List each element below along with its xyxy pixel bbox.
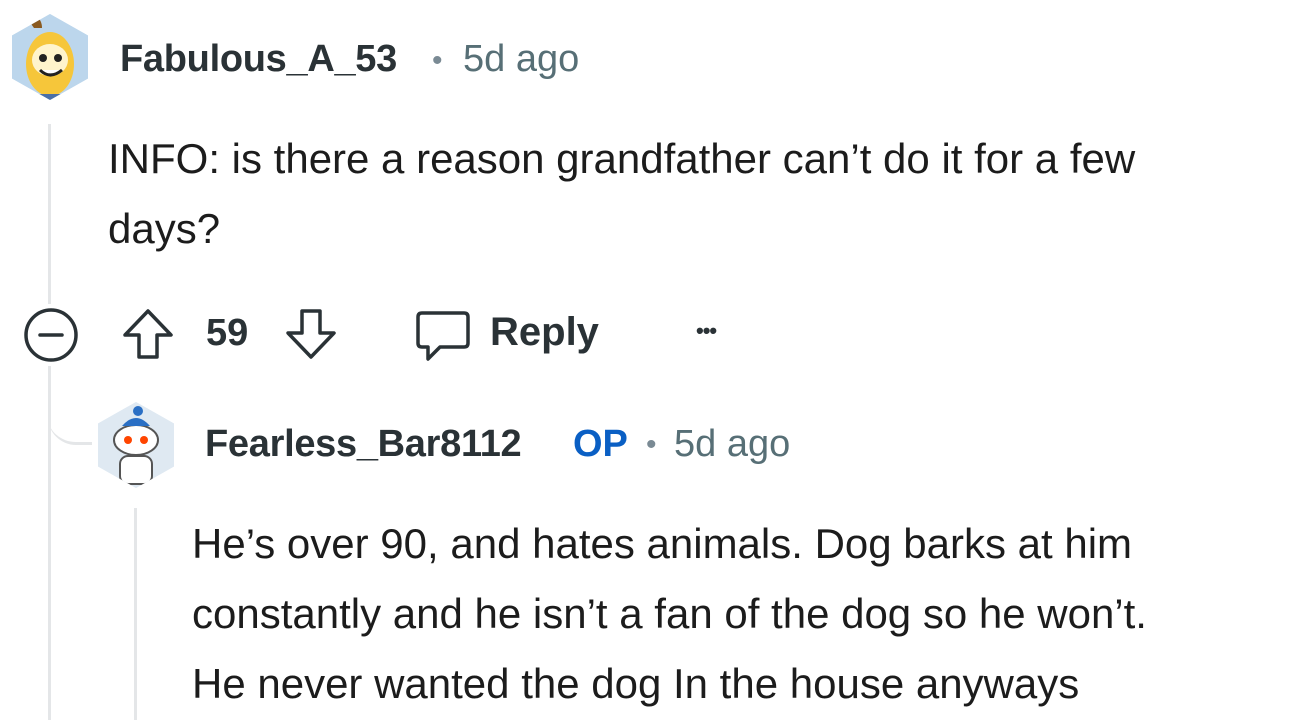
user-avatar[interactable]	[12, 14, 88, 100]
comment-body-line: days?	[108, 205, 221, 252]
meta-separator: •	[432, 44, 443, 77]
reply-thread-line[interactable]	[134, 508, 137, 720]
reply-button[interactable]: Reply	[412, 306, 612, 366]
reply-label: Reply	[490, 310, 599, 354]
comment-body-line: INFO: is there a reason grandfather can’…	[108, 135, 1136, 182]
comment-username[interactable]: Fabulous_A_53	[120, 38, 397, 81]
op-badge: OP	[573, 423, 628, 465]
more-options-icon[interactable]: •••	[696, 318, 717, 344]
comment-thread-line[interactable]	[48, 124, 51, 304]
reply-body-line: He never wanted the dog In the house any…	[192, 660, 1080, 707]
reply-user-avatar[interactable]	[98, 402, 174, 488]
downvote-icon[interactable]	[283, 306, 339, 362]
reply-body-line: constantly and he isn’t a fan of the dog…	[192, 590, 1147, 637]
reply-username[interactable]: Fearless_Bar8112	[205, 423, 522, 466]
upvote-icon[interactable]	[120, 306, 176, 362]
snoo-avatar-icon	[98, 402, 174, 488]
reply-timestamp: 5d ago	[674, 423, 791, 465]
comment-bubble-icon	[414, 308, 472, 364]
vote-count: 59	[206, 312, 249, 354]
meta-separator: •	[646, 428, 657, 461]
comment-timestamp: 5d ago	[463, 38, 580, 80]
collapse-icon[interactable]	[22, 306, 80, 364]
reply-thread-elbow	[48, 378, 92, 445]
banana-avatar-icon	[12, 14, 88, 100]
reply-body-line: He’s over 90, and hates animals. Dog bar…	[192, 520, 1133, 567]
